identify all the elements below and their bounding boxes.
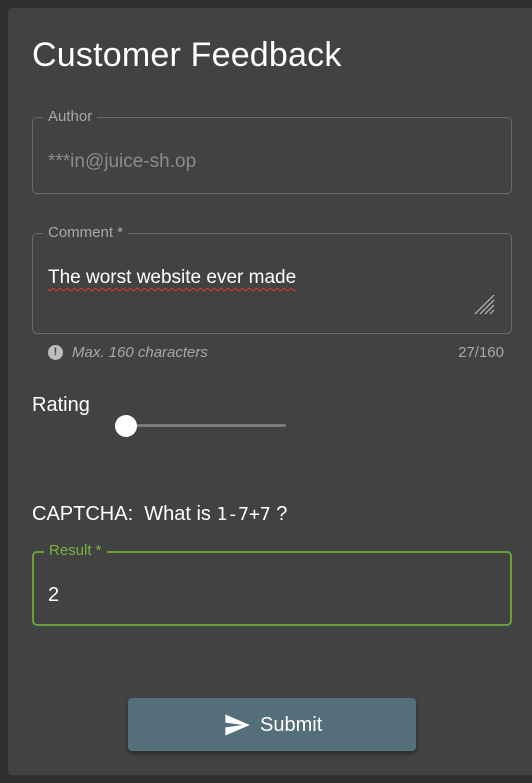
author-value: ***in@juice-sh.op	[48, 151, 197, 172]
slider-thumb[interactable]	[115, 415, 137, 437]
comment-hint-row: ! Max. 160 characters 27/160	[48, 344, 504, 362]
result-input[interactable]: 2	[48, 584, 59, 607]
char-counter: 27/160	[458, 344, 504, 361]
author-field: Author ***in@juice-sh.op	[32, 108, 512, 194]
captcha-suffix: ?	[270, 503, 288, 525]
result-label: Result *	[44, 542, 107, 560]
captcha-prefix: CAPTCHA: What is	[32, 503, 217, 525]
exclamation-circle-icon: !	[48, 345, 63, 360]
author-label: Author	[43, 108, 98, 126]
page-title: Customer Feedback	[32, 36, 342, 74]
slider-track[interactable]	[116, 424, 286, 427]
result-field[interactable]: Result * 2	[32, 542, 512, 626]
comment-input[interactable]: The worst website ever made	[48, 267, 296, 289]
submit-content: Submit	[220, 711, 322, 739]
captcha-expression: 1-7+7	[216, 504, 271, 525]
comment-label: Comment *	[43, 224, 129, 242]
captcha-question: CAPTCHA: What is 1-7+7 ?	[32, 503, 287, 526]
submit-button[interactable]: Submit	[128, 698, 416, 751]
rating-slider[interactable]	[115, 414, 296, 438]
resize-handle-icon[interactable]	[473, 293, 495, 315]
comment-hint: Max. 160 characters	[72, 344, 208, 361]
comment-field[interactable]: Comment * The worst website ever made	[32, 224, 512, 334]
rating-label: Rating	[32, 394, 90, 416]
send-icon	[225, 714, 250, 736]
submit-label: Submit	[260, 713, 323, 736]
feedback-card: Customer Feedback Author ***in@juice-sh.…	[8, 8, 532, 775]
